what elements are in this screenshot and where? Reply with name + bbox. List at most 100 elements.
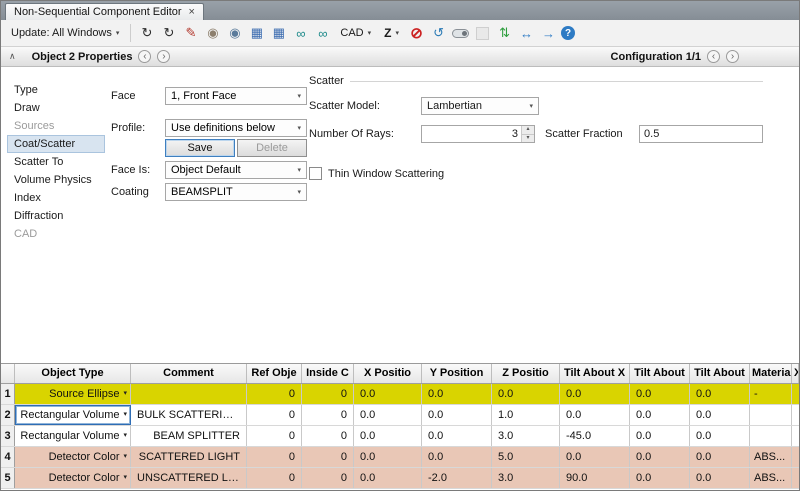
x1-cell[interactable] <box>792 384 799 404</box>
y-position-cell[interactable]: 0.0 <box>422 447 492 467</box>
zemax-dropdown[interactable]: Z ▾ <box>379 24 404 42</box>
col-ref-object[interactable]: Ref Obje <box>247 364 302 383</box>
col-tilt-about-y[interactable]: Tilt About <box>630 364 690 383</box>
tilt-z-cell[interactable]: 0.0 <box>690 426 750 446</box>
tilt-x-cell[interactable]: 0.0 <box>560 384 630 404</box>
col-tilt-about-x[interactable]: Tilt About X <box>560 364 630 383</box>
x-position-cell[interactable]: 0.0 <box>354 384 422 404</box>
tilt-x-cell[interactable]: 90.0 <box>560 468 630 488</box>
inside-of-cell[interactable]: 0 <box>302 405 354 425</box>
scatter-fraction-input[interactable]: 0.5 <box>639 125 763 143</box>
collapse-chevron-icon[interactable]: ∧ <box>9 51 16 62</box>
y-position-cell[interactable]: -2.0 <box>422 468 492 488</box>
row-number[interactable]: 1 <box>1 384 15 404</box>
tilt-z-cell[interactable]: 0.0 <box>690 447 750 467</box>
category-scatter-to[interactable]: Scatter To <box>7 153 105 171</box>
profile-select[interactable]: Use definitions below ▾ <box>165 119 307 137</box>
prev-configuration-button[interactable]: ‹ <box>707 50 720 63</box>
ref-object-cell[interactable]: 0 <box>247 405 302 425</box>
comment-cell[interactable]: UNSCATTERED LIG... <box>131 468 247 488</box>
object-type-cell[interactable]: Rectangular Volume ▾ <box>15 426 131 446</box>
col-inside-of[interactable]: Inside C <box>302 364 354 383</box>
z-position-cell[interactable]: 0.0 <box>492 384 560 404</box>
spreadsheet-icon[interactable]: ▦ <box>247 24 266 43</box>
ref-object-cell[interactable]: 0 <box>247 426 302 446</box>
z-position-cell[interactable]: 5.0 <box>492 447 560 467</box>
material-cell[interactable] <box>750 405 792 425</box>
object-type-cell[interactable]: Detector Color ▾ <box>15 447 131 467</box>
category-diffraction[interactable]: Diffraction <box>7 207 105 225</box>
material-cell[interactable]: ABS... <box>750 468 792 488</box>
toggle-icon[interactable] <box>451 24 470 43</box>
y-position-cell[interactable]: 0.0 <box>422 405 492 425</box>
object-type-cell-selected[interactable]: Rectangular Volume ▾ <box>15 405 131 425</box>
row-number[interactable]: 2 <box>1 405 15 425</box>
row-number[interactable]: 5 <box>1 468 15 488</box>
y-position-cell[interactable]: 0.0 <box>422 426 492 446</box>
undo-icon[interactable]: ↺ <box>429 24 448 43</box>
next-object-button[interactable]: › <box>157 50 170 63</box>
z-position-cell[interactable]: 3.0 <box>492 426 560 446</box>
ref-object-cell[interactable]: 0 <box>247 468 302 488</box>
edit-pencil-icon[interactable]: ✎ <box>181 24 200 43</box>
comment-cell[interactable]: BULK SCATTERING... <box>131 405 247 425</box>
object-type-cell[interactable]: Detector Color ▾ <box>15 468 131 488</box>
col-object-type[interactable]: Object Type <box>15 364 131 383</box>
refresh-all-icon[interactable]: ↻ <box>159 24 178 43</box>
tilt-y-cell[interactable]: 0.0 <box>630 447 690 467</box>
col-tilt-about-z[interactable]: Tilt About <box>690 364 750 383</box>
x1-cell[interactable] <box>792 447 799 467</box>
z-position-cell[interactable]: 3.0 <box>492 468 560 488</box>
inside-of-cell[interactable]: 0 <box>302 447 354 467</box>
layout-3d-icon[interactable]: ◉ <box>225 24 244 43</box>
object-type-cell[interactable]: Source Ellipse ▾ <box>15 384 131 404</box>
inside-of-cell[interactable]: 0 <box>302 426 354 446</box>
inside-of-cell[interactable]: 0 <box>302 468 354 488</box>
ref-object-cell[interactable]: 0 <box>247 384 302 404</box>
tilt-x-cell[interactable]: -45.0 <box>560 426 630 446</box>
tilt-x-cell[interactable]: 0.0 <box>560 405 630 425</box>
col-comment[interactable]: Comment <box>131 364 247 383</box>
save-button[interactable]: Save <box>165 139 235 157</box>
category-index[interactable]: Index <box>7 189 105 207</box>
col-material[interactable]: Materia <box>750 364 792 383</box>
col-z-position[interactable]: Z Positio <box>492 364 560 383</box>
tilt-y-cell[interactable]: 0.0 <box>630 405 690 425</box>
material-cell[interactable]: - <box>750 384 792 404</box>
placeholder-icon[interactable] <box>473 24 492 43</box>
category-coat-scatter[interactable]: Coat/Scatter <box>7 135 105 153</box>
comment-cell[interactable] <box>131 384 247 404</box>
category-type[interactable]: Type <box>7 81 105 99</box>
prev-object-button[interactable]: ‹ <box>138 50 151 63</box>
next-configuration-button[interactable]: › <box>726 50 739 63</box>
detector-viewer-icon[interactable]: ∞ <box>313 24 332 43</box>
go-next-icon[interactable]: → <box>539 24 558 43</box>
tilt-y-cell[interactable]: 0.0 <box>630 384 690 404</box>
tilt-z-cell[interactable]: 0.0 <box>690 384 750 404</box>
category-draw[interactable]: Draw <box>7 99 105 117</box>
x-position-cell[interactable]: 0.0 <box>354 468 422 488</box>
comment-cell[interactable]: SCATTERED LIGHT <box>131 447 247 467</box>
col-x-position[interactable]: X Positio <box>354 364 422 383</box>
material-cell[interactable]: ABS... <box>750 447 792 467</box>
tilt-y-cell[interactable]: 0.0 <box>630 426 690 446</box>
x-position-cell[interactable]: 0.0 <box>354 405 422 425</box>
z-position-cell[interactable]: 1.0 <box>492 405 560 425</box>
inside-of-cell[interactable]: 0 <box>302 384 354 404</box>
shaded-model-icon[interactable]: ◉ <box>203 24 222 43</box>
category-volume-physics[interactable]: Volume Physics <box>7 171 105 189</box>
tilt-z-cell[interactable]: 0.0 <box>690 405 750 425</box>
col-x1[interactable]: X1 R <box>792 364 799 383</box>
close-icon[interactable]: × <box>189 7 195 18</box>
x1-cell[interactable] <box>792 468 799 488</box>
cad-dropdown[interactable]: CAD ▾ <box>335 25 376 41</box>
help-icon[interactable]: ? <box>561 26 575 40</box>
col-y-position[interactable]: Y Position <box>422 364 492 383</box>
stepper-up-icon[interactable]: ▴ <box>522 126 534 135</box>
sort-vertical-icon[interactable]: ⇅ <box>495 24 514 43</box>
comment-cell[interactable]: BEAM SPLITTER <box>131 426 247 446</box>
row-number[interactable]: 3 <box>1 426 15 446</box>
row-number[interactable]: 4 <box>1 447 15 467</box>
face-select[interactable]: 1, Front Face ▾ <box>165 87 307 105</box>
ref-object-cell[interactable]: 0 <box>247 447 302 467</box>
